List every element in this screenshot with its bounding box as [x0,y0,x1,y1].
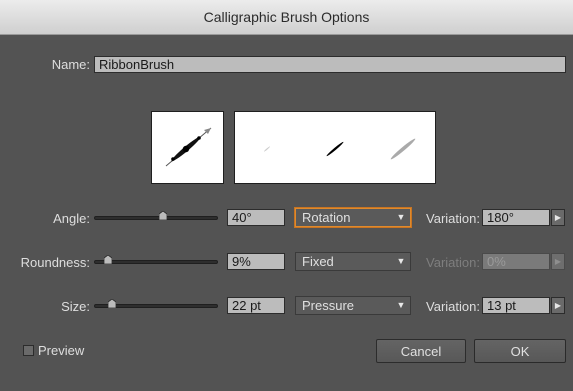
size-value-field[interactable]: 22 pt [227,297,285,314]
name-label: Name: [51,57,90,72]
angle-value-field[interactable]: 40° [227,209,285,226]
roundness-variation-label: Variation: [426,255,480,270]
ok-button[interactable]: OK [474,339,566,363]
angle-label: Angle: [53,211,90,226]
triangle-right-icon[interactable]: ▶ [551,297,565,314]
roundness-value-field[interactable]: 9% [227,253,285,270]
window-title: Calligraphic Brush Options [203,9,370,25]
size-mode-dropdown[interactable]: Pressure ▼ [295,296,411,315]
roundness-label: Roundness: [20,255,90,270]
cancel-button[interactable]: Cancel [376,339,466,363]
size-variation-label: Variation: [426,299,480,314]
triangle-right-icon: ▶ [551,253,565,270]
angle-mode-dropdown[interactable]: Rotation ▼ [295,208,411,227]
roundness-variation-field: 0% [482,253,550,270]
angle-roundness-preview[interactable] [151,111,224,184]
roundness-mode-dropdown[interactable]: Fixed ▼ [295,252,411,271]
brush-stroke-preview-icon [263,138,416,160]
name-input[interactable]: RibbonBrush [94,56,566,73]
calligraphic-brush-options-dialog: Calligraphic Brush Options Name: RibbonB… [0,0,573,391]
size-label: Size: [61,299,90,314]
size-variation-field[interactable]: 13 pt [482,297,550,314]
brush-shape-icon [165,127,212,167]
triangle-down-icon: ▼ [396,300,406,310]
angle-slider-thumb[interactable] [158,211,167,220]
triangle-down-icon: ▼ [396,212,406,222]
size-mode-value: Pressure [302,298,355,313]
angle-slider-track[interactable] [94,216,218,220]
triangle-right-icon[interactable]: ▶ [551,209,565,226]
roundness-mode-value: Fixed [302,254,334,269]
preview-checkbox[interactable] [23,345,34,356]
triangle-down-icon: ▼ [396,256,406,266]
roundness-slider-track[interactable] [94,260,218,264]
angle-variation-field[interactable]: 180° [482,209,550,226]
brush-variation-preview [234,111,436,184]
size-slider-thumb[interactable] [107,299,116,308]
roundness-slider-thumb[interactable] [104,255,113,264]
angle-mode-value: Rotation [302,210,351,225]
preview-label: Preview [38,343,85,358]
title-bar: Calligraphic Brush Options [0,0,573,35]
angle-variation-label: Variation: [426,211,480,226]
